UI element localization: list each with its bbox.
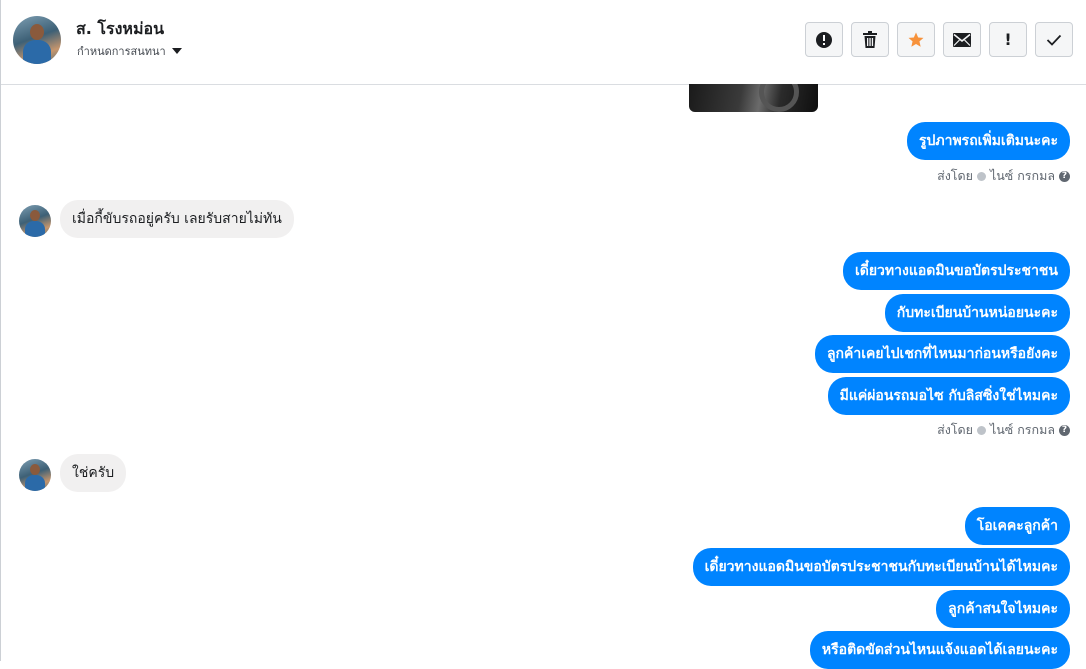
outgoing-message[interactable]: โอเคคะลูกค้า (964, 507, 1070, 545)
outgoing-message[interactable]: ลูกค้าเคยไปเชกที่ไหนมาก่อนหรือยังคะ (814, 335, 1070, 373)
conversation-settings-label: กำหนดการสนทนา (77, 45, 166, 58)
sent-by-name: ไนซ์ กรกมล (989, 168, 1055, 183)
outgoing-message[interactable]: รูปภาพรถเพิ่มเติมนะคะ (906, 122, 1070, 160)
conversation-header: ส. โรงหม่อน กำหนดการสนทนา ! (1, 0, 1086, 85)
conversation-settings-dropdown[interactable]: กำหนดการสนทนา (77, 42, 182, 60)
check-icon (1046, 34, 1062, 46)
outgoing-message[interactable]: เดี๋ยวทางแอดมินขอบัตรประชาชนกับทะเบียนบ้… (692, 548, 1070, 586)
contact-name[interactable]: ส. โรงหม่อน (76, 17, 164, 42)
trash-icon (863, 30, 877, 48)
outgoing-message[interactable]: มีแค่ผ่อนรถมอไซ กับลิสซิ่งใช่ไหมคะ (827, 377, 1070, 415)
caret-down-icon (171, 48, 182, 54)
spam-icon (816, 31, 832, 48)
conversation-toolbar: ! (805, 22, 1073, 57)
star-icon (908, 32, 924, 47)
help-icon[interactable]: ? (1059, 424, 1070, 436)
mail-icon (953, 32, 971, 47)
help-icon[interactable]: ? (1059, 170, 1070, 182)
sent-by-prefix: ส่งโดย (937, 422, 973, 437)
sent-by-label: ส่งโดย ไนซ์ กรกมล ? (937, 420, 1070, 440)
incoming-message[interactable]: เมื่อกี้ขับรถอยู่ครับ เลยรับสายไม่ทัน (60, 200, 294, 238)
outgoing-message[interactable]: ลูกค้าสนใจไหมคะ (936, 590, 1070, 628)
window-border (0, 0, 1, 661)
verified-icon (976, 171, 986, 181)
star-button[interactable] (897, 22, 935, 57)
delete-button[interactable] (851, 22, 889, 57)
contact-avatar-small[interactable] (19, 205, 51, 237)
sent-by-label: ส่งโดย ไนซ์ กรกมล ? (937, 166, 1070, 186)
mark-spam-button[interactable] (805, 22, 843, 57)
verified-icon (976, 425, 986, 435)
mark-unread-button[interactable] (943, 22, 981, 57)
outgoing-message[interactable]: กับทะเบียนบ้านหน่อยนะคะ (884, 294, 1070, 332)
sent-by-prefix: ส่งโดย (937, 168, 973, 183)
car-photo-attachment[interactable] (689, 84, 818, 112)
incoming-message[interactable]: ใช่ครับ (60, 454, 127, 492)
contact-avatar[interactable] (13, 16, 61, 64)
contact-avatar-small[interactable] (19, 459, 51, 491)
important-icon: ! (1004, 30, 1012, 49)
outgoing-message[interactable]: หรือติดขัดส่วนไหนแจ้งแอดได้เลยนะคะ (809, 631, 1070, 669)
mark-important-button[interactable]: ! (989, 22, 1027, 57)
mark-done-button[interactable] (1035, 22, 1073, 57)
outgoing-message[interactable]: เดี๋ยวทางแอดมินขอบัตรประชาชน (842, 252, 1070, 290)
sent-by-name: ไนซ์ กรกมล (989, 422, 1055, 437)
